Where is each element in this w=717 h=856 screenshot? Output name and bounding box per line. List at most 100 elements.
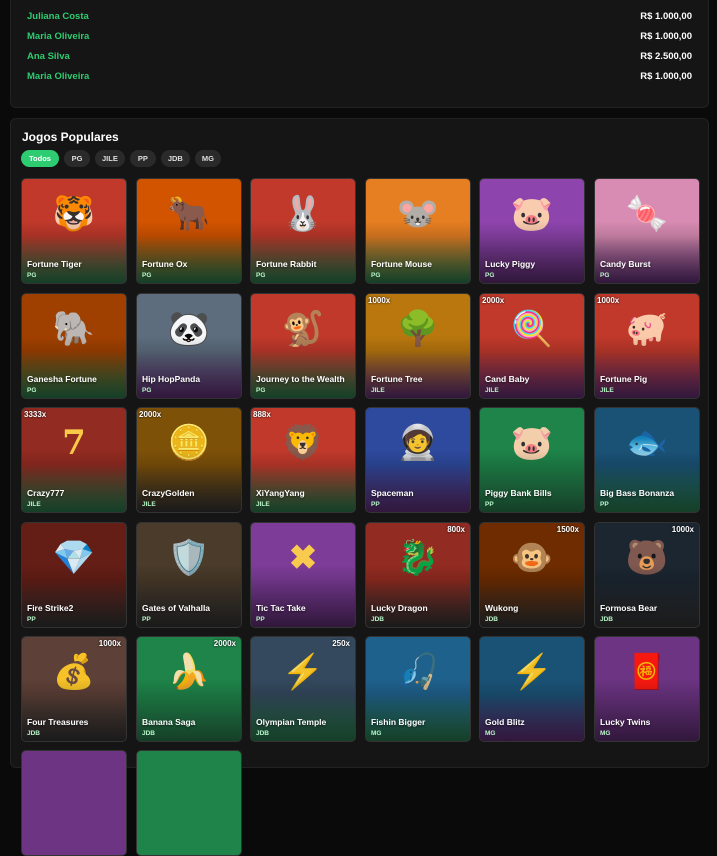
game-card[interactable]: 🐷 Piggy Bank Bills PP [479, 407, 585, 513]
game-card[interactable]: 🐂 Fortune Ox PG [136, 178, 242, 284]
game-card[interactable]: 🐵 1500x Wukong JDB [479, 522, 585, 628]
winner-name: Maria Oliveira [27, 70, 90, 82]
game-title: Fortune Tiger [27, 258, 82, 269]
game-card[interactable]: 🍭 2000x Cand Baby JILE [479, 293, 585, 399]
card-shade [251, 564, 355, 627]
game-card-partial[interactable] [136, 750, 242, 856]
game-card[interactable]: 🐘 Ganesha Fortune PG [21, 293, 127, 399]
winner-name: Maria Oliveira [27, 30, 90, 42]
recent-winners-panel: Juliana Costa R$ 1.000,00 Maria Oliveira… [10, 0, 709, 108]
multiplier-badge: 888x [253, 410, 271, 419]
winner-row: Ana Silva R$ 2.500,00 [27, 46, 692, 66]
filter-chip-jile[interactable]: JILE [95, 150, 125, 167]
game-provider: PG [371, 272, 381, 279]
game-title: XiYangYang [256, 487, 305, 498]
winner-name: Juliana Costa [27, 10, 89, 22]
game-card[interactable]: 🐯 Fortune Tiger PG [21, 178, 127, 284]
game-card[interactable]: 🐼 Hip HopPanda PG [136, 293, 242, 399]
game-card[interactable]: 7 3333x Crazy777 JILE [21, 407, 127, 513]
filter-chip-jdb[interactable]: JDB [160, 150, 190, 167]
game-provider: JDB [371, 616, 385, 623]
game-provider: JILE [27, 501, 41, 508]
game-provider: JILE [371, 387, 385, 394]
game-title: Tic Tac Take [256, 602, 306, 613]
game-title: Fortune Pig [600, 373, 648, 384]
game-title: Lucky Piggy [485, 258, 536, 269]
game-card[interactable]: 💎 Fire Strike2 PP [21, 522, 127, 628]
game-title: Spaceman [371, 487, 414, 498]
game-title: Crazy777 [27, 487, 65, 498]
winner-name: Ana Silva [27, 50, 70, 62]
filter-chip-mg[interactable]: MG [194, 150, 221, 167]
card-shade [480, 678, 584, 741]
game-card-partial[interactable] [21, 750, 127, 856]
filter-chip-todos[interactable]: Todos [21, 150, 59, 167]
game-title: Fortune Rabbit [256, 258, 317, 269]
game-card[interactable]: 🎣 Fishin Bigger MG [365, 636, 471, 742]
card-shade [137, 564, 241, 627]
multiplier-badge: 1000x [98, 639, 121, 648]
game-card[interactable]: ⚡ Gold Blitz MG [479, 636, 585, 742]
game-card[interactable]: 🍌 2000x Banana Saga JDB [136, 636, 242, 742]
game-card[interactable]: ⚡ 250x Olympian Temple JDB [250, 636, 356, 742]
game-provider: MG [485, 730, 496, 737]
game-title: Fortune Mouse [371, 258, 432, 269]
winner-amount: R$ 1.000,00 [640, 30, 692, 42]
game-provider: JILE [600, 387, 614, 394]
game-card[interactable]: 🐭 Fortune Mouse PG [365, 178, 471, 284]
game-title: Wukong [485, 602, 519, 613]
winner-amount: R$ 2.500,00 [640, 50, 692, 62]
game-card[interactable]: 🍬 Candy Burst PG [594, 178, 700, 284]
game-card[interactable]: 🐉 800x Lucky Dragon JDB [365, 522, 471, 628]
section-title: Jogos Populares [22, 130, 119, 144]
game-provider: PG [27, 272, 37, 279]
winner-amount: R$ 1.000,00 [640, 70, 692, 82]
game-title: Four Treasures [27, 716, 89, 727]
card-shade [137, 335, 241, 398]
game-card[interactable]: 🐟 Big Bass Bonanza PP [594, 407, 700, 513]
game-card[interactable]: 🐒 Journey to the Wealth PG [250, 293, 356, 399]
multiplier-badge: 1000x [671, 525, 694, 534]
game-title: Journey to the Wealth [256, 373, 345, 384]
card-shade [366, 678, 470, 741]
game-card[interactable]: 🪙 2000x CrazyGolden JILE [136, 407, 242, 513]
game-card[interactable]: 🧧 Lucky Twins MG [594, 636, 700, 742]
game-provider: JDB [600, 616, 614, 623]
card-shade [480, 449, 584, 512]
game-card[interactable]: 🐖 1000x Fortune Pig JILE [594, 293, 700, 399]
game-title: Fire Strike2 [27, 602, 74, 613]
game-card[interactable]: 🐷 Lucky Piggy PG [479, 178, 585, 284]
card-shade [137, 220, 241, 283]
game-title: Cand Baby [485, 373, 530, 384]
game-card[interactable]: 🐻 1000x Formosa Bear JDB [594, 522, 700, 628]
game-provider: MG [371, 730, 382, 737]
game-provider: PG [142, 272, 152, 279]
game-provider: PP [142, 616, 151, 623]
card-shade [22, 220, 126, 283]
game-provider: JILE [256, 501, 270, 508]
game-card[interactable]: 🦁 888x XiYangYang JILE [250, 407, 356, 513]
filter-chip-pp[interactable]: PP [129, 150, 156, 167]
winner-row: Maria Oliveira R$ 1.000,00 [27, 66, 692, 86]
game-card[interactable]: 🌳 1000x Fortune Tree JILE [365, 293, 471, 399]
game-title: Candy Burst [600, 258, 651, 269]
game-card[interactable]: 🛡️ Gates of Valhalla PP [136, 522, 242, 628]
game-card[interactable]: 🧑‍🚀 Spaceman PP [365, 407, 471, 513]
card-shade [366, 449, 470, 512]
game-card[interactable]: 💰 1000x Four Treasures JDB [21, 636, 127, 742]
multiplier-badge: 2000x [482, 296, 505, 305]
game-card[interactable]: ✖ Tic Tac Take PP [250, 522, 356, 628]
game-provider: PP [27, 616, 36, 623]
card-shade [595, 449, 699, 512]
game-provider: PG [256, 387, 266, 394]
card-shade [366, 220, 470, 283]
game-title: Formosa Bear [600, 602, 658, 613]
filter-chip-pg[interactable]: PG [64, 150, 90, 167]
multiplier-badge: 1000x [597, 296, 620, 305]
card-shade [22, 564, 126, 627]
winner-row: Juliana Costa R$ 1.000,00 [27, 6, 692, 26]
game-card[interactable]: 🐰 Fortune Rabbit PG [250, 178, 356, 284]
game-provider: PG [600, 272, 610, 279]
winner-amount: R$ 1.000,00 [640, 10, 692, 22]
game-provider: PP [485, 501, 494, 508]
